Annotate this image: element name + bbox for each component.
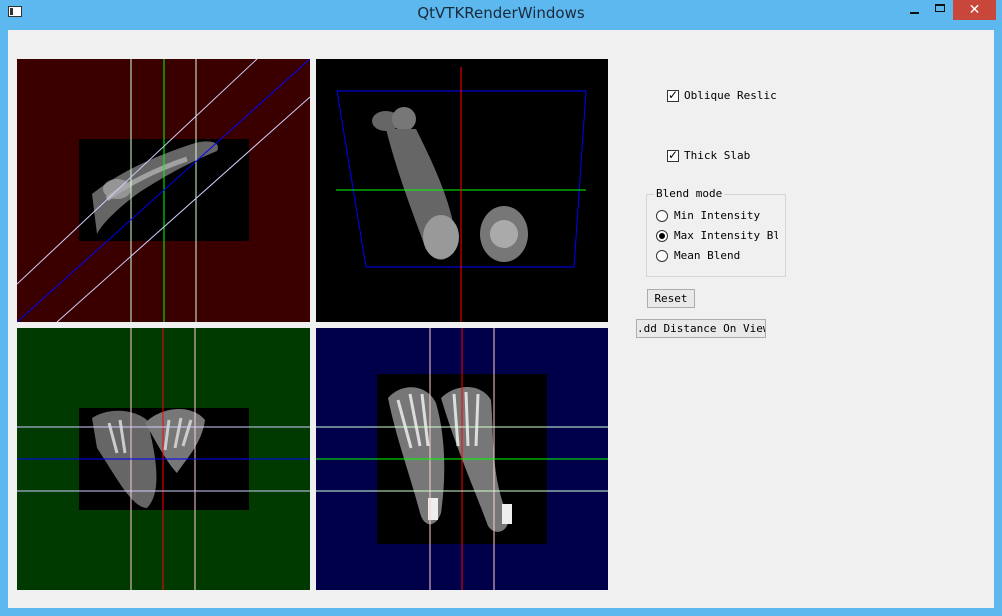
bottom-right-render — [316, 328, 608, 590]
view-top-left[interactable] — [17, 59, 310, 322]
minimize-icon — [910, 12, 919, 14]
bottom-left-render — [17, 328, 310, 590]
mean-blend-label[interactable]: Mean Blend — [674, 249, 740, 262]
max-intensity-radio[interactable] — [656, 230, 668, 242]
max-intensity-label[interactable]: Max Intensity Ble — [674, 229, 778, 242]
blend-mode-title: Blend mode — [654, 187, 725, 200]
mean-blend-radio[interactable] — [656, 250, 668, 262]
min-intensity-radio[interactable] — [656, 210, 668, 222]
thick-slab-label[interactable]: Thick Slab — [684, 149, 750, 162]
top-right-render — [336, 67, 587, 322]
view-bottom-left[interactable] — [17, 328, 310, 590]
add-distance-button[interactable]: .dd Distance On View 1 — [636, 319, 766, 338]
oblique-reslice-checkbox[interactable] — [667, 88, 679, 102]
title-bar: QtVTKRenderWindows ✕ — [0, 0, 1002, 28]
maximize-button[interactable] — [928, 0, 952, 20]
close-icon: ✕ — [968, 2, 981, 18]
maximize-icon — [935, 4, 945, 12]
close-button[interactable]: ✕ — [953, 0, 996, 20]
top-left-render — [17, 59, 310, 322]
oblique-reslice-label[interactable]: Oblique Reslic — [684, 89, 777, 102]
window-title: QtVTKRenderWindows — [417, 4, 585, 22]
view-top-right[interactable] — [316, 59, 608, 322]
min-intensity-label[interactable]: Min Intensity Bl — [674, 209, 766, 222]
minimize-button[interactable] — [902, 0, 926, 20]
view-bottom-right[interactable] — [316, 328, 608, 590]
thick-slab-checkbox[interactable] — [667, 148, 679, 162]
reset-button[interactable]: Reset — [647, 289, 695, 308]
